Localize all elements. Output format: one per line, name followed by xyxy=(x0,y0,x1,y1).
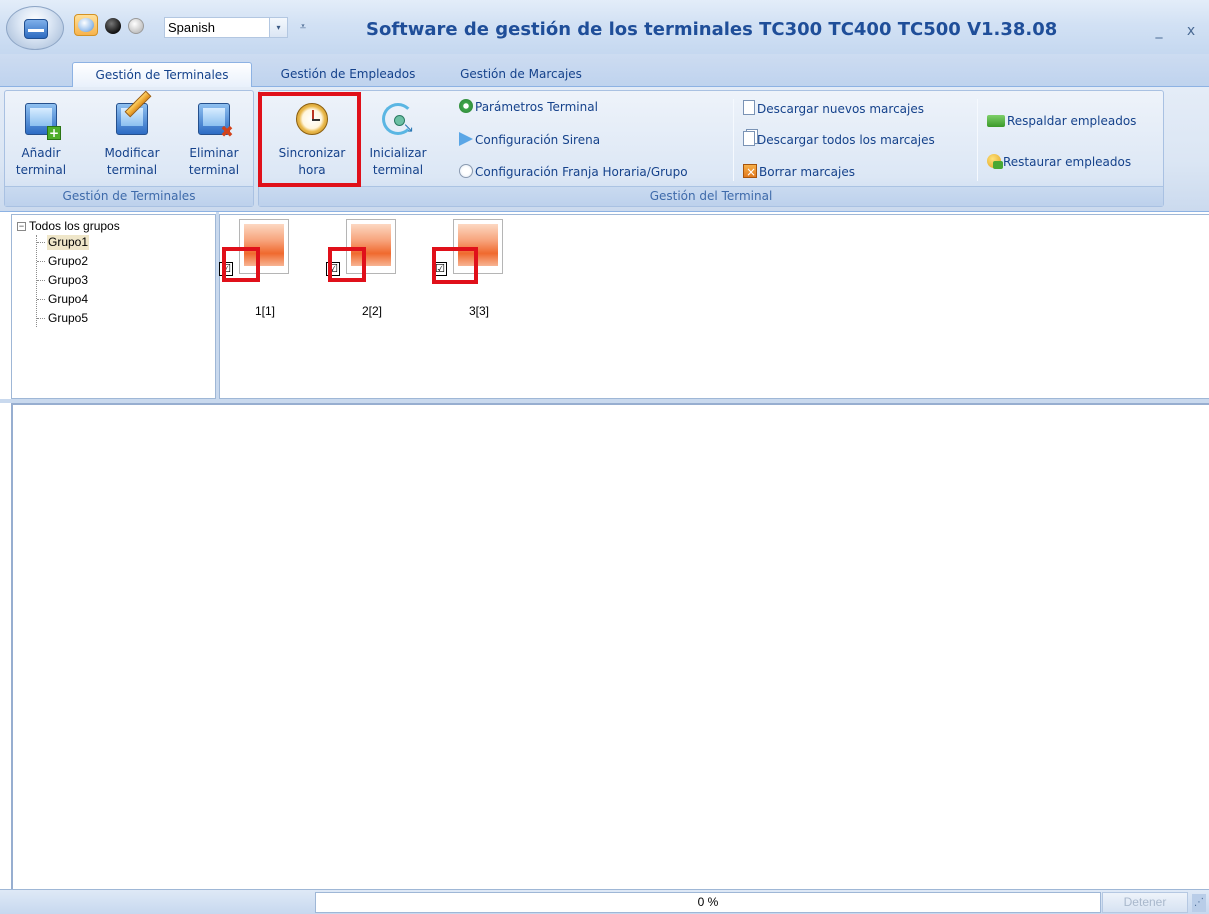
minimize-button[interactable]: _ xyxy=(1148,20,1170,42)
download-all-logs-label: Descargar todos los marcajes xyxy=(757,133,935,147)
chevron-down-icon[interactable]: ▾ xyxy=(269,18,287,37)
terminal-params-label: Parámetros Terminal xyxy=(475,100,598,114)
tree-item-grupo3[interactable]: Grupo3 xyxy=(47,273,89,288)
timezone-group-config-label: Configuración Franja Horaria/Grupo xyxy=(475,165,688,179)
delete-logs-button[interactable]: Borrar marcajes xyxy=(743,162,855,182)
edit-terminal-button[interactable]: Modificar terminal xyxy=(99,90,165,185)
terminal-params-button[interactable]: Parámetros Terminal xyxy=(459,97,598,117)
siren-config-label: Configuración Sirena xyxy=(475,133,601,147)
init-terminal-button[interactable]: Inicializar terminal xyxy=(363,103,433,185)
terminal-list: ☑ 1[1] ☑ 2[2] ☑ 3[3] xyxy=(219,214,1209,399)
ribbon-tab-strip: Gestión de Terminales Gestión de Emplead… xyxy=(0,54,1209,88)
pages-icon xyxy=(743,131,755,146)
tree-item-grupo2[interactable]: Grupo2 xyxy=(47,254,89,269)
language-select[interactable]: Spanish ▾ xyxy=(164,17,288,38)
application-menu-button[interactable] xyxy=(6,6,64,50)
tab-gestion-terminales[interactable]: Gestión de Terminales xyxy=(72,62,252,88)
gear-icon xyxy=(459,99,473,113)
log-panel xyxy=(11,403,1209,889)
tree-branch-line xyxy=(37,280,45,281)
highlight-box xyxy=(258,92,361,187)
eraser-icon xyxy=(743,162,757,182)
siren-config-button[interactable]: Configuración Sirena xyxy=(459,130,600,150)
delete-logs-label: Borrar marcajes xyxy=(759,165,855,179)
tree-item-grupo5[interactable]: Grupo5 xyxy=(47,311,89,326)
progress-bar: 0 % xyxy=(315,892,1101,913)
language-select-value: Spanish xyxy=(168,20,215,35)
stop-button[interactable]: Detener xyxy=(1102,892,1188,913)
ribbon-separator xyxy=(977,99,978,181)
terminal-label: 1[1] xyxy=(254,304,275,318)
ribbon-group-caption: Gestión de Terminales xyxy=(5,186,253,206)
highlight-box xyxy=(328,247,366,282)
title-bar: Spanish ▾ ⩡ Software de gestión de los t… xyxy=(0,0,1209,54)
tree-branch-line xyxy=(37,261,45,262)
skin-black-button[interactable] xyxy=(105,18,121,34)
skin-silver-button[interactable] xyxy=(128,18,144,34)
backup-employees-button[interactable]: Respaldar empleados xyxy=(987,111,1136,131)
page-icon xyxy=(743,100,755,115)
download-all-logs-button[interactable]: Descargar todos los marcajes xyxy=(743,130,935,150)
collapse-icon[interactable]: − xyxy=(17,222,26,231)
timezone-group-config-button[interactable]: Configuración Franja Horaria/Grupo xyxy=(459,162,688,182)
download-new-logs-label: Descargar nuevos marcajes xyxy=(757,102,925,116)
tree-root[interactable]: − Todos los grupos xyxy=(17,219,120,234)
restore-employees-label: Restaurar empleados xyxy=(1003,155,1132,169)
tab-gestion-marcajes[interactable]: Gestión de Marcajes xyxy=(438,62,604,87)
tree-branch-line xyxy=(37,299,45,300)
app-logo-icon xyxy=(24,19,48,39)
backup-icon xyxy=(987,115,1005,127)
backup-employees-label: Respaldar empleados xyxy=(1007,114,1137,128)
siren-icon xyxy=(459,132,473,146)
customize-toolbar-icon[interactable]: ⩡ xyxy=(297,20,309,34)
restore-icon xyxy=(987,154,1003,169)
tree-root-label: Todos los grupos xyxy=(29,219,120,233)
terminal-label: 2[2] xyxy=(361,304,382,318)
add-terminal-icon: + xyxy=(25,103,61,140)
tree-item-grupo1[interactable]: Grupo1 xyxy=(47,235,90,250)
progress-text: 0 % xyxy=(697,895,719,909)
status-bar: 0 % Detener ⋰ xyxy=(0,889,1209,914)
restore-employees-button[interactable]: Restaurar empleados xyxy=(987,152,1131,172)
edit-terminal-icon xyxy=(116,90,152,135)
ribbon-group-terminal: Sincronizar hora Inicializar terminal Pa… xyxy=(258,90,1164,207)
tree-branch-line xyxy=(37,242,45,243)
edit-terminal-label: Modificar terminal xyxy=(104,146,160,177)
close-button[interactable]: x xyxy=(1180,20,1202,42)
tree-branch-line xyxy=(37,318,45,319)
clock-small-icon xyxy=(459,164,473,178)
highlight-box xyxy=(432,247,478,284)
resize-grip-icon[interactable]: ⋰ xyxy=(1192,894,1206,912)
delete-terminal-label: Eliminar terminal xyxy=(188,146,240,177)
delete-terminal-button[interactable]: ✖ Eliminar terminal xyxy=(181,103,247,185)
skin-blue-button[interactable] xyxy=(74,14,98,36)
ribbon: + Añadir terminal Modificar terminal ✖ E… xyxy=(0,87,1209,212)
delete-terminal-icon: ✖ xyxy=(198,103,234,140)
tree-item-grupo4[interactable]: Grupo4 xyxy=(47,292,89,307)
reset-icon xyxy=(382,103,414,136)
tree-guide-line xyxy=(36,235,37,327)
ribbon-separator xyxy=(733,99,734,181)
window-title: Software de gestión de los terminales TC… xyxy=(366,19,1058,40)
ribbon-group-caption: Gestión del Terminal xyxy=(259,186,1163,206)
ribbon-group-terminales: + Añadir terminal Modificar terminal ✖ E… xyxy=(4,90,254,207)
tab-gestion-empleados[interactable]: Gestión de Empleados xyxy=(258,62,438,87)
highlight-box xyxy=(222,247,260,282)
terminal-label: 3[3] xyxy=(468,304,489,318)
add-terminal-label: Añadir terminal xyxy=(15,146,67,177)
download-new-logs-button[interactable]: Descargar nuevos marcajes xyxy=(743,99,924,119)
group-tree: − Todos los grupos Grupo1 Grupo2 Grupo3 G… xyxy=(11,214,216,399)
add-terminal-button[interactable]: + Añadir terminal xyxy=(11,103,71,185)
init-terminal-label: Inicializar terminal xyxy=(369,146,427,177)
